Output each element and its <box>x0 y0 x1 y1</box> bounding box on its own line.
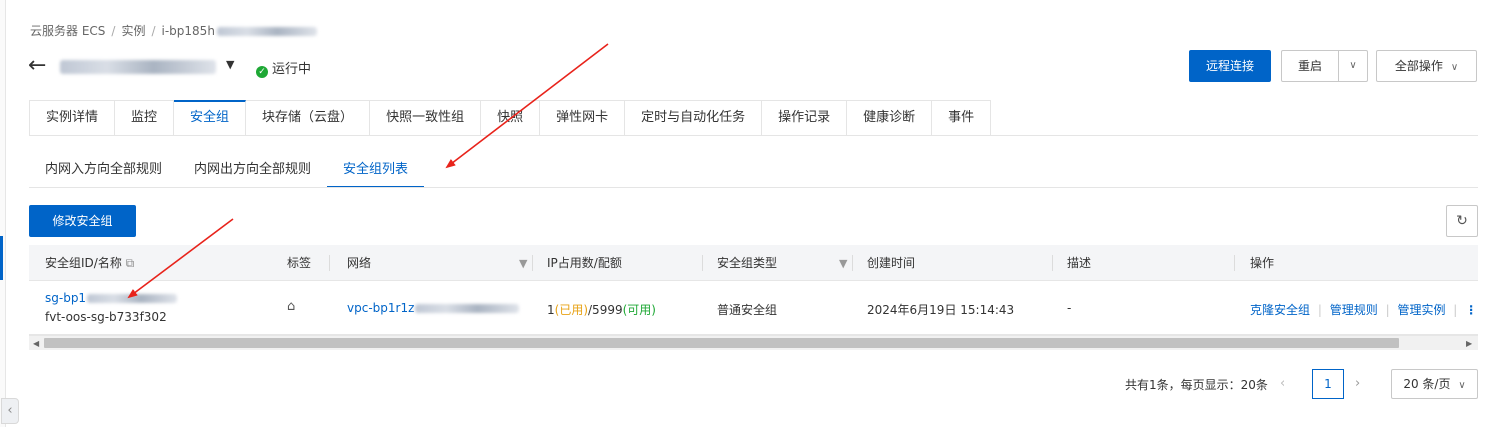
redacted-sg-id <box>87 294 178 303</box>
column-separator <box>1052 255 1053 271</box>
header-id-name: 安全组ID/名称 ⧉ <box>45 245 134 281</box>
redacted-instance-name <box>60 60 216 74</box>
filter-network-icon[interactable]: ▼ <box>519 245 527 281</box>
sg-name: fvt-oos-sg-b733f302 <box>45 310 167 324</box>
scroll-left-icon[interactable]: ◀ <box>33 337 39 350</box>
ip-quota: /5999 <box>588 303 623 317</box>
manage-instances-link[interactable]: 管理实例 <box>1397 303 1445 317</box>
tabs-divider <box>29 135 1478 136</box>
check-circle-icon: ✓ <box>256 66 268 78</box>
current-page-button[interactable]: 1 <box>1312 369 1344 399</box>
header-id-name-label: 安全组ID/名称 <box>45 256 122 270</box>
header-tags: 标签 <box>287 256 312 270</box>
prev-page-icon[interactable]: ‹ <box>1280 376 1285 391</box>
sg-id-link[interactable]: sg-bp1 <box>45 291 178 305</box>
tab-snapshots[interactable]: 快照 <box>481 100 541 136</box>
ip-used-label: (已用) <box>554 303 589 317</box>
tab-events[interactable]: 事件 <box>932 100 992 136</box>
table-row: sg-bp1 fvt-oos-sg-b733f302 ⌂ vpc-bp1r1z … <box>29 281 1478 335</box>
column-separator <box>702 255 703 271</box>
subtab-security-group-list[interactable]: 安全组列表 <box>327 154 425 188</box>
more-actions-icon[interactable]: ⋮ <box>1465 303 1477 317</box>
tab-operation-logs[interactable]: 操作记录 <box>762 100 848 136</box>
manage-rules-link[interactable]: 管理规则 <box>1330 303 1378 317</box>
header-created-time: 创建时间 <box>867 256 916 270</box>
tab-eni[interactable]: 弹性网卡 <box>540 100 626 136</box>
column-separator <box>852 255 853 271</box>
subtabs-divider <box>29 187 1478 188</box>
collapse-sidebar-icon[interactable]: ‹ <box>1 398 19 424</box>
restart-button[interactable]: 重启 <box>1281 50 1339 82</box>
tab-health-diagnosis[interactable]: 健康诊断 <box>847 100 933 136</box>
tab-instance-details[interactable]: 实例详情 <box>29 100 116 136</box>
vpc-id-text: vpc-bp1r1z <box>347 301 415 315</box>
modify-security-group-button[interactable]: 修改安全组 <box>29 205 136 237</box>
column-separator <box>532 255 533 271</box>
back-arrow-icon[interactable]: ← <box>28 54 46 78</box>
instance-tabs: 实例详情 监控 安全组 块存储（云盘） 快照一致性组 快照 弹性网卡 定时与自动… <box>29 100 992 136</box>
left-nav-active-marker <box>0 236 3 280</box>
restart-dropdown-chevron-icon[interactable]: ∨ <box>1338 50 1368 82</box>
sg-type: 普通安全组 <box>717 303 778 317</box>
tab-scheduled-tasks[interactable]: 定时与自动化任务 <box>625 100 763 136</box>
left-nav-edge <box>0 0 6 427</box>
header-network: 网络 <box>347 256 372 270</box>
ip-usage: 1(已用)/5999(可用) <box>547 301 656 318</box>
page-size-value: 20 条/页 <box>1403 377 1451 391</box>
scroll-right-icon[interactable]: ▶ <box>1466 337 1472 350</box>
sg-id-text: sg-bp1 <box>45 291 87 305</box>
breadcrumb: 云服务器 ECS / 实例 / i-bp185h <box>30 22 317 39</box>
redacted-instance-id <box>216 27 317 36</box>
pagination-total: 共有1条，每页显示：20条 <box>1125 378 1268 392</box>
header-sg-type: 安全组类型 <box>717 256 778 270</box>
description: - <box>1067 301 1072 315</box>
all-operations-button[interactable]: 全部操作 ∨ <box>1376 50 1477 82</box>
annotation-arrows <box>127 43 609 299</box>
next-page-icon[interactable]: › <box>1355 376 1360 391</box>
column-separator <box>1234 255 1235 271</box>
header-ip-usage: IP占用数/配额 <box>547 256 622 270</box>
op-separator: | <box>1385 303 1390 317</box>
all-operations-label: 全部操作 <box>1394 59 1443 73</box>
table-header: 安全组ID/名称 ⧉ 标签 网络 ▼ IP占用数/配额 安全组类型 ▼ 创建时间… <box>29 245 1478 281</box>
remote-connect-button[interactable]: 远程连接 <box>1189 50 1271 82</box>
subtab-inbound-rules[interactable]: 内网入方向全部规则 <box>29 154 178 188</box>
chevron-down-icon: ∨ <box>1450 62 1459 73</box>
scrollbar-thumb[interactable] <box>44 338 1399 348</box>
breadcrumb-item-ecs[interactable]: 云服务器 ECS <box>30 24 105 38</box>
breadcrumb-separator: / <box>111 24 116 38</box>
horizontal-scrollbar[interactable]: ◀ ▶ <box>29 335 1478 350</box>
subtab-outbound-rules[interactable]: 内网出方向全部规则 <box>178 154 327 188</box>
tag-icon[interactable]: ⌂ <box>287 299 295 314</box>
header-description: 描述 <box>1067 256 1092 270</box>
copy-icon[interactable]: ⧉ <box>126 256 135 270</box>
column-separator <box>329 255 330 271</box>
breadcrumb-separator: / <box>151 24 156 38</box>
row-operations: 克隆安全组 | 管理规则 | 管理实例 | ⋮ <box>1250 301 1477 318</box>
tab-snapshot-consistency-group[interactable]: 快照一致性组 <box>370 100 482 136</box>
clone-sg-link[interactable]: 克隆安全组 <box>1250 303 1310 317</box>
ip-used-count: 1 <box>547 303 555 317</box>
security-group-subtabs: 内网入方向全部规则 内网出方向全部规则 安全组列表 <box>29 154 425 188</box>
filter-type-icon[interactable]: ▼ <box>839 245 847 281</box>
redacted-vpc-id <box>415 304 520 313</box>
ip-available-label: (可用) <box>622 303 656 317</box>
caret-down-icon[interactable]: ▼ <box>226 58 234 71</box>
created-time: 2024年6月19日 15:14:43 <box>867 303 1015 317</box>
header-operations: 操作 <box>1250 256 1275 270</box>
vpc-link[interactable]: vpc-bp1r1z <box>347 301 520 315</box>
op-separator: | <box>1453 303 1458 317</box>
status-text: 运行中 <box>272 62 312 77</box>
breadcrumb-item-instances[interactable]: 实例 <box>121 24 145 38</box>
tab-monitoring[interactable]: 监控 <box>115 100 175 136</box>
chevron-down-icon: ∨ <box>1458 380 1466 391</box>
page-size-select[interactable]: 20 条/页 ∨ <box>1391 369 1478 399</box>
tab-block-storage[interactable]: 块存储（云盘） <box>246 100 371 136</box>
tab-security-groups[interactable]: 安全组 <box>174 100 247 136</box>
status-badge: ✓ 运行中 <box>256 58 311 78</box>
op-separator: | <box>1317 303 1322 317</box>
refresh-icon[interactable]: ↻ <box>1446 205 1478 237</box>
breadcrumb-item-instance-id: i-bp185h <box>161 24 215 38</box>
